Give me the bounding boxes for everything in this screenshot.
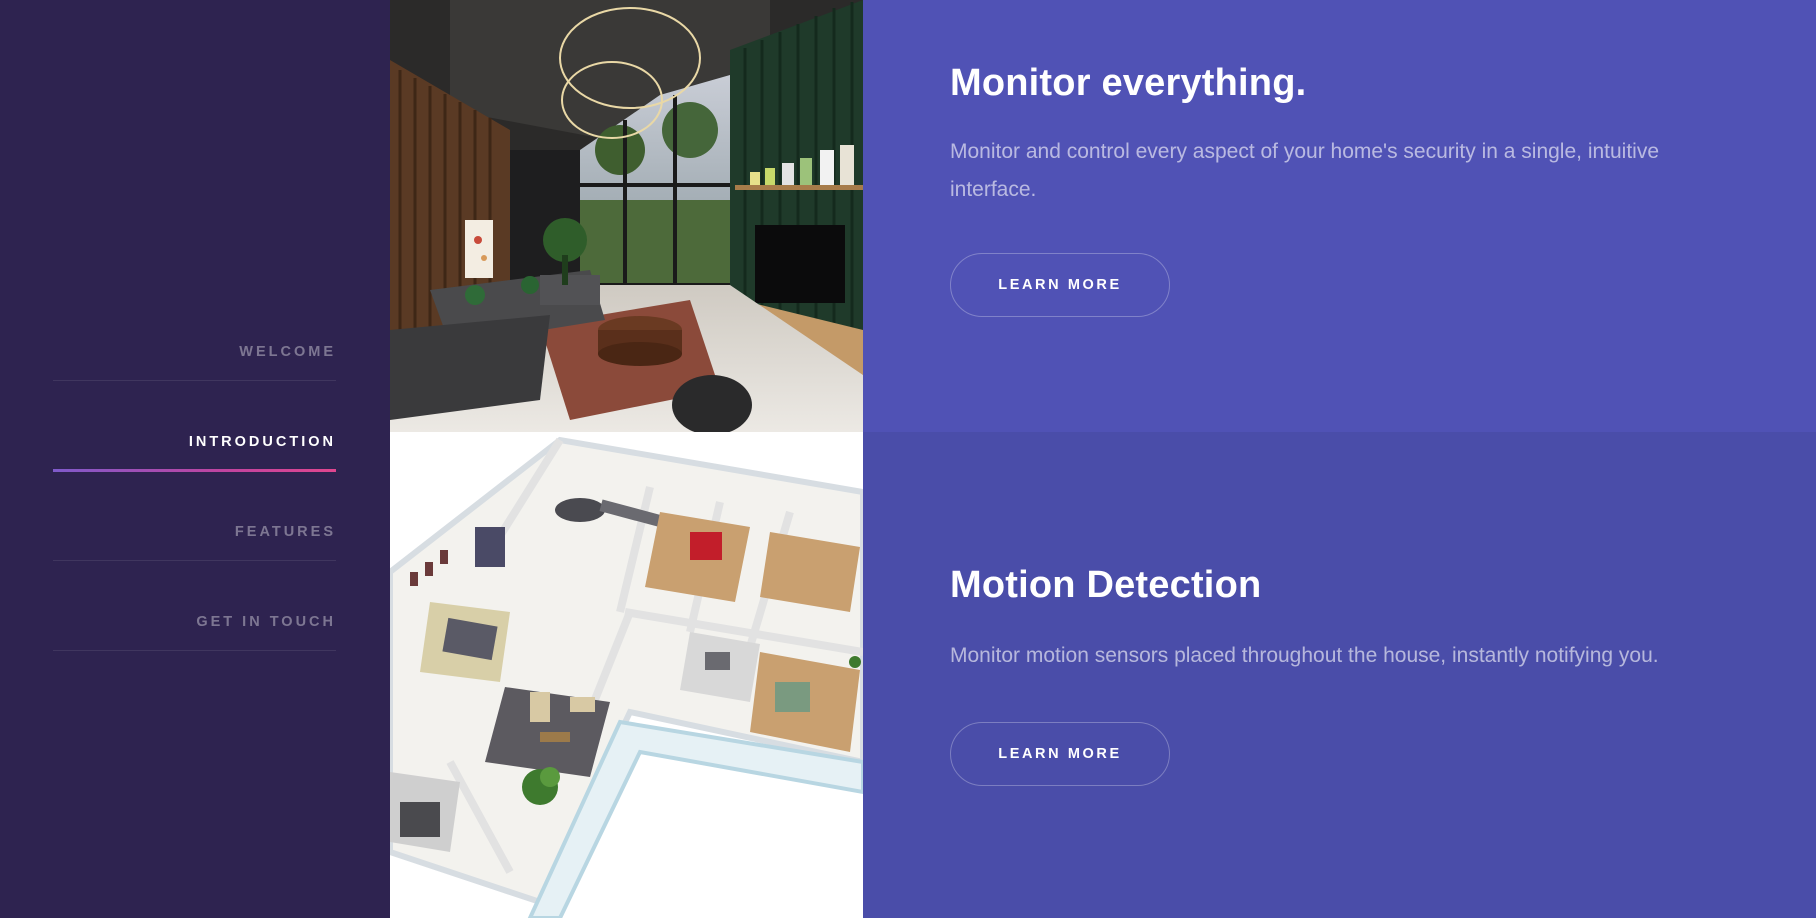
- section-title: Motion Detection: [950, 564, 1262, 606]
- image-column: [390, 0, 863, 918]
- learn-more-button[interactable]: Learn more: [950, 722, 1170, 786]
- nav-item-label: Get in touch: [196, 614, 336, 630]
- nav-item-get-in-touch[interactable]: Get in touch: [53, 582, 336, 672]
- nav-item-welcome[interactable]: Welcome: [53, 312, 336, 402]
- section-title: Monitor everything.: [950, 62, 1307, 104]
- nav-item-label: Welcome: [239, 344, 336, 360]
- living-room-photo: [390, 0, 863, 432]
- nav-divider: [53, 560, 336, 561]
- section-body: Monitor motion sensors placed throughout…: [950, 644, 1659, 667]
- nav-item-introduction[interactable]: Introduction: [53, 402, 336, 492]
- feature-section-monitor: Monitor everything. Monitor and control …: [863, 0, 1816, 432]
- feature-section-motion: Motion Detection Monitor motion sensors …: [863, 432, 1816, 918]
- floor-plan-render: [390, 432, 863, 918]
- nav-item-label: Introduction: [188, 434, 336, 450]
- nav-divider: [53, 650, 336, 651]
- section-body: Monitor and control every aspect of your…: [950, 140, 1660, 201]
- learn-more-button[interactable]: Learn more: [950, 253, 1170, 317]
- nav-active-underline: [53, 469, 336, 472]
- nav-item-features[interactable]: Features: [53, 492, 336, 582]
- sidebar: Welcome Introduction Features Get in tou…: [0, 0, 390, 918]
- nav-item-label: Features: [234, 524, 336, 540]
- nav-divider: [53, 380, 336, 381]
- sidebar-nav: Welcome Introduction Features Get in tou…: [53, 312, 336, 672]
